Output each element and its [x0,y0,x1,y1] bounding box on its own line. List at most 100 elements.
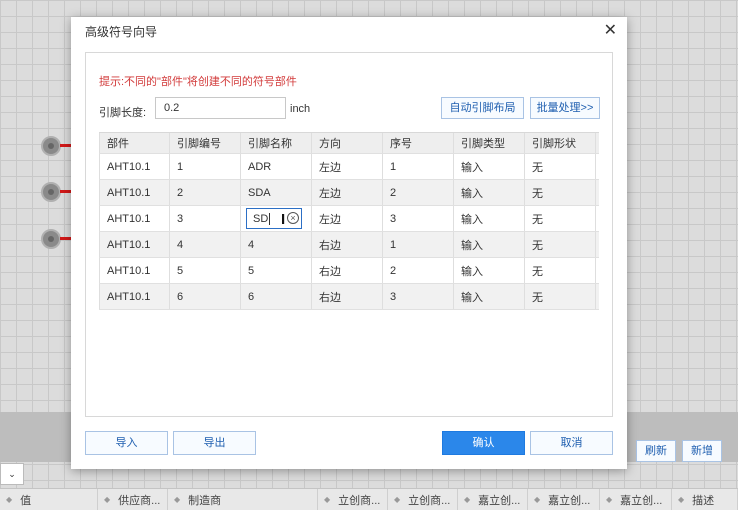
table-cell[interactable]: 3 [170,206,241,231]
table-cell[interactable]: 4 [170,232,241,257]
schematic-pin-2[interactable] [41,182,61,202]
sort-icon[interactable]: ◆ [678,495,684,504]
pin-name-editor[interactable]: SD I × [246,208,302,229]
chevron-down-icon[interactable]: ⌄ [0,463,24,485]
table-row[interactable]: AHT10.1 5 5 右边 2 输入无 [99,258,599,284]
table-cell[interactable]: 6 [241,284,312,309]
confirm-button[interactable]: 确认 [442,431,525,455]
batch-process-button[interactable]: 批量处理>> [530,97,600,119]
table-cell[interactable]: 右边 [312,258,383,283]
table-cell[interactable]: 2 [383,180,454,205]
table-cell[interactable]: AHT10.1 [99,284,170,309]
table-cell[interactable]: 输入 [454,206,525,231]
bg-column-header[interactable]: ◆ 值 [0,489,98,510]
schematic-pin-1[interactable] [41,136,61,156]
table-row[interactable]: AHT10.1 4 4 右边 1 输入无 [99,232,599,258]
table-cell[interactable]: 3 [383,284,454,309]
table-cell[interactable]: 输入 [454,258,525,283]
cancel-button[interactable]: 取消 [530,431,613,455]
table-cell[interactable]: AHT10.1 [99,206,170,231]
table-cell[interactable]: 左边 [312,206,383,231]
pin-length-input[interactable] [155,97,286,119]
advanced-symbol-wizard-dialog: 高级符号向导 ✕ 提示:不同的"部件"将创建不同的符号部件 引脚长度: inch… [71,17,627,469]
table-cell[interactable]: 右边 [312,284,383,309]
table-cell[interactable]: 3 [383,206,454,231]
table-row[interactable]: AHT10.1 3 SD I × 左边 3 输入无 [99,206,599,232]
bg-column-header[interactable]: ◆ 嘉立创... [458,489,528,510]
table-cell[interactable]: 无 [525,284,596,309]
hint-text: 提示:不同的"部件"将创建不同的符号部件 [99,76,297,88]
sort-icon[interactable]: ◆ [464,495,470,504]
table-cell[interactable]: 1 [383,154,454,179]
sort-icon[interactable]: ◆ [606,495,612,504]
table-cell[interactable]: 输入 [454,284,525,309]
pin-length-label: 引脚长度: [99,107,147,119]
schematic-pin-3[interactable] [41,229,61,249]
table-cell[interactable]: 2 [170,180,241,205]
sort-icon[interactable]: ◆ [174,495,180,504]
bg-column-header[interactable]: ◆ 嘉立创... [600,489,672,510]
bg-column-header[interactable]: ◆ 供应商... [98,489,168,510]
add-button[interactable]: 新增 [682,440,722,462]
bg-column-label: 嘉立创... [620,494,663,507]
text-caret [269,212,271,225]
table-cell[interactable]: 左边 [312,154,383,179]
table-cell[interactable]: 5 [170,258,241,283]
close-icon[interactable]: ✕ [604,20,617,40]
pin-length-unit: inch [290,103,311,115]
bg-column-header[interactable]: ◆ 立创商... [318,489,388,510]
table-cell[interactable]: 1 [383,232,454,257]
column-header: 序号 [383,133,454,153]
column-header: 方向 [312,133,383,153]
table-cell[interactable]: 无 [525,232,596,257]
sort-icon[interactable]: ◆ [6,495,12,504]
column-header: 部件 [99,133,170,153]
sort-icon[interactable]: ◆ [324,495,330,504]
table-cell[interactable]: 4 [241,232,312,257]
bg-column-header[interactable]: ◆ 描述 [672,489,738,510]
table-cell[interactable]: AHT10.1 [99,154,170,179]
column-header: 引脚编号 [170,133,241,153]
table-cell[interactable]: 2 [383,258,454,283]
table-cell[interactable]: 6 [170,284,241,309]
bottom-table-header: ◆ 值 ◆ 供应商... ◆ 制造商 ◆ 立创商... ◆ 立创商... ◆ 嘉立创... ◆ 嘉立创..… [0,488,738,510]
bg-column-header[interactable]: ◆ 制造商 [168,489,318,510]
bottom-panel-actions: 刷新 新增 [636,440,722,462]
sort-icon[interactable]: ◆ [394,495,400,504]
table-cell[interactable]: 无 [525,154,596,179]
table-cell[interactable]: 无 [525,206,596,231]
column-header: 引脚类型 [454,133,525,153]
table-cell[interactable]: AHT10.1 [99,180,170,205]
bg-column-label: 嘉立创... [478,494,521,507]
clear-icon[interactable]: × [287,212,299,224]
bg-column-label: 供应商... [118,494,161,507]
table-cell[interactable]: 左边 [312,180,383,205]
table-row[interactable]: AHT10.1 2 SDA 左边 2 输入无 [99,180,599,206]
table-cell[interactable]: 右边 [312,232,383,257]
table-cell[interactable]: 无 [525,258,596,283]
table-cell[interactable]: 5 [241,258,312,283]
pin-name-editor-text: SD [253,212,269,225]
table-cell[interactable]: 输入 [454,232,525,257]
bg-column-header[interactable]: ◆ 嘉立创... [528,489,600,510]
table-cell[interactable]: AHT10.1 [99,232,170,257]
table-cell[interactable]: ADR [241,154,312,179]
table-row[interactable]: AHT10.1 1 ADR 左边 1 输入无 [99,154,599,180]
table-cell[interactable]: SDA [241,180,312,205]
pin-table-header: 部件 引脚编号 引脚名称 方向 序号 引脚类型 引脚形状 [99,132,599,154]
sort-icon[interactable]: ◆ [104,495,110,504]
table-cell[interactable]: AHT10.1 [99,258,170,283]
table-cell[interactable]: 1 [170,154,241,179]
table-cell[interactable]: SD I × [241,206,312,231]
column-header: 引脚形状 [525,133,596,153]
refresh-button[interactable]: 刷新 [636,440,676,462]
sort-icon[interactable]: ◆ [534,495,540,504]
table-cell[interactable]: 输入 [454,180,525,205]
export-button[interactable]: 导出 [173,431,256,455]
table-cell[interactable]: 无 [525,180,596,205]
auto-pin-layout-button[interactable]: 自动引脚布局 [441,97,524,119]
table-row[interactable]: AHT10.1 6 6 右边 3 输入无 [99,284,599,310]
import-button[interactable]: 导入 [85,431,168,455]
table-cell[interactable]: 输入 [454,154,525,179]
bg-column-header[interactable]: ◆ 立创商... [388,489,458,510]
